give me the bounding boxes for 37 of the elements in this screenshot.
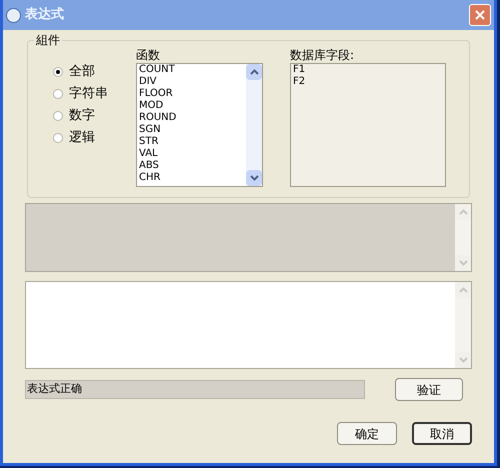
radio-option[interactable]: 字符串 — [53, 85, 136, 103]
radio-icon[interactable] — [53, 133, 63, 143]
function-item[interactable]: COUNT — [139, 64, 246, 76]
function-item[interactable]: FLOOR — [139, 88, 246, 100]
close-icon — [475, 10, 485, 20]
function-list[interactable]: COUNT DIV FLOOR MOD ROUND SGN STR VAL ABS CHR — [136, 63, 263, 187]
field-item[interactable]: F2 — [293, 76, 445, 88]
function-item[interactable]: ROUND — [139, 112, 246, 124]
cancel-button[interactable]: 取消 — [412, 422, 472, 445]
window-title: 表达式 — [25, 6, 64, 24]
radio-icon[interactable] — [53, 111, 63, 121]
radio-icon[interactable] — [53, 67, 63, 77]
ok-button[interactable]: 确定 — [337, 422, 397, 445]
field-list[interactable]: F1 F2 — [290, 63, 446, 187]
list-label: 函数 — [136, 48, 161, 62]
function-item[interactable]: SGN — [139, 124, 246, 136]
function-item[interactable]: VAL — [139, 148, 246, 160]
function-item[interactable]: DIV — [139, 76, 246, 88]
function-item[interactable]: CHR — [139, 172, 246, 184]
scroll-up-icon[interactable] — [246, 64, 262, 80]
verify-button[interactable]: 验证 — [395, 378, 463, 401]
list-label: 数据库字段: — [290, 48, 356, 62]
function-item[interactable]: STR — [139, 136, 246, 148]
group-title: 組件 — [34, 32, 62, 48]
function-item[interactable]: MOD — [139, 100, 246, 112]
scroll-down-icon[interactable] — [246, 170, 262, 186]
radio-option[interactable]: 逻辑 — [53, 129, 136, 147]
scroll-bar[interactable] — [246, 64, 262, 186]
field-item[interactable]: F1 — [293, 64, 445, 76]
function-item[interactable]: ABS — [139, 160, 246, 172]
radio-option[interactable]: 全部 — [53, 63, 136, 81]
status-text: 表达式正确 — [27, 381, 82, 398]
radio-option[interactable]: 数字 — [53, 107, 136, 125]
expression-input[interactable] — [25, 281, 472, 369]
close-button[interactable] — [469, 4, 491, 26]
radio-icon[interactable] — [53, 89, 63, 99]
app-icon — [6, 8, 21, 22]
